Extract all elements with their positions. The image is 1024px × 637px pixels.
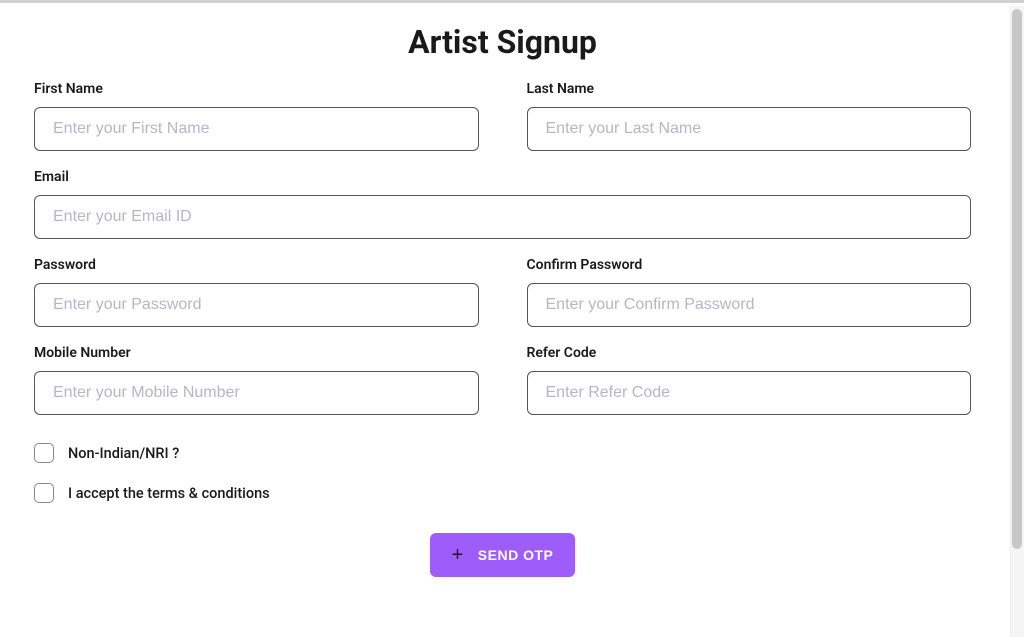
scrollbar-track[interactable] bbox=[1010, 6, 1024, 637]
scrollbar-thumb[interactable] bbox=[1012, 9, 1022, 549]
non-indian-checkbox-label: Non-Indian/NRI ? bbox=[68, 445, 179, 462]
email-group: Email bbox=[34, 169, 971, 239]
refer-code-group: Refer Code bbox=[527, 345, 972, 415]
email-label: Email bbox=[34, 169, 971, 185]
last-name-label: Last Name bbox=[527, 81, 972, 97]
password-label: Password bbox=[34, 257, 479, 273]
send-otp-label: SEND OTP bbox=[478, 547, 554, 563]
confirm-password-input[interactable] bbox=[527, 283, 972, 327]
last-name-input[interactable] bbox=[527, 107, 972, 151]
non-indian-checkbox[interactable] bbox=[34, 443, 54, 463]
terms-checkbox[interactable] bbox=[34, 483, 54, 503]
plus-icon: + bbox=[452, 545, 464, 565]
first-name-group: First Name bbox=[34, 81, 479, 151]
email-input[interactable] bbox=[34, 195, 971, 239]
mobile-number-group: Mobile Number bbox=[34, 345, 479, 415]
first-name-input[interactable] bbox=[34, 107, 479, 151]
confirm-password-label: Confirm Password bbox=[527, 257, 972, 273]
refer-code-label: Refer Code bbox=[527, 345, 972, 361]
non-indian-checkbox-row: Non-Indian/NRI ? bbox=[34, 443, 971, 463]
send-otp-button[interactable]: + SEND OTP bbox=[430, 533, 576, 577]
mobile-number-input[interactable] bbox=[34, 371, 479, 415]
mobile-number-label: Mobile Number bbox=[34, 345, 479, 361]
terms-checkbox-row: I accept the terms & conditions bbox=[34, 483, 971, 503]
password-input[interactable] bbox=[34, 283, 479, 327]
terms-checkbox-label: I accept the terms & conditions bbox=[68, 485, 270, 502]
confirm-password-group: Confirm Password bbox=[527, 257, 972, 327]
password-group: Password bbox=[34, 257, 479, 327]
refer-code-input[interactable] bbox=[527, 371, 972, 415]
page-title: Artist Signup bbox=[34, 23, 971, 61]
first-name-label: First Name bbox=[34, 81, 479, 97]
last-name-group: Last Name bbox=[527, 81, 972, 151]
